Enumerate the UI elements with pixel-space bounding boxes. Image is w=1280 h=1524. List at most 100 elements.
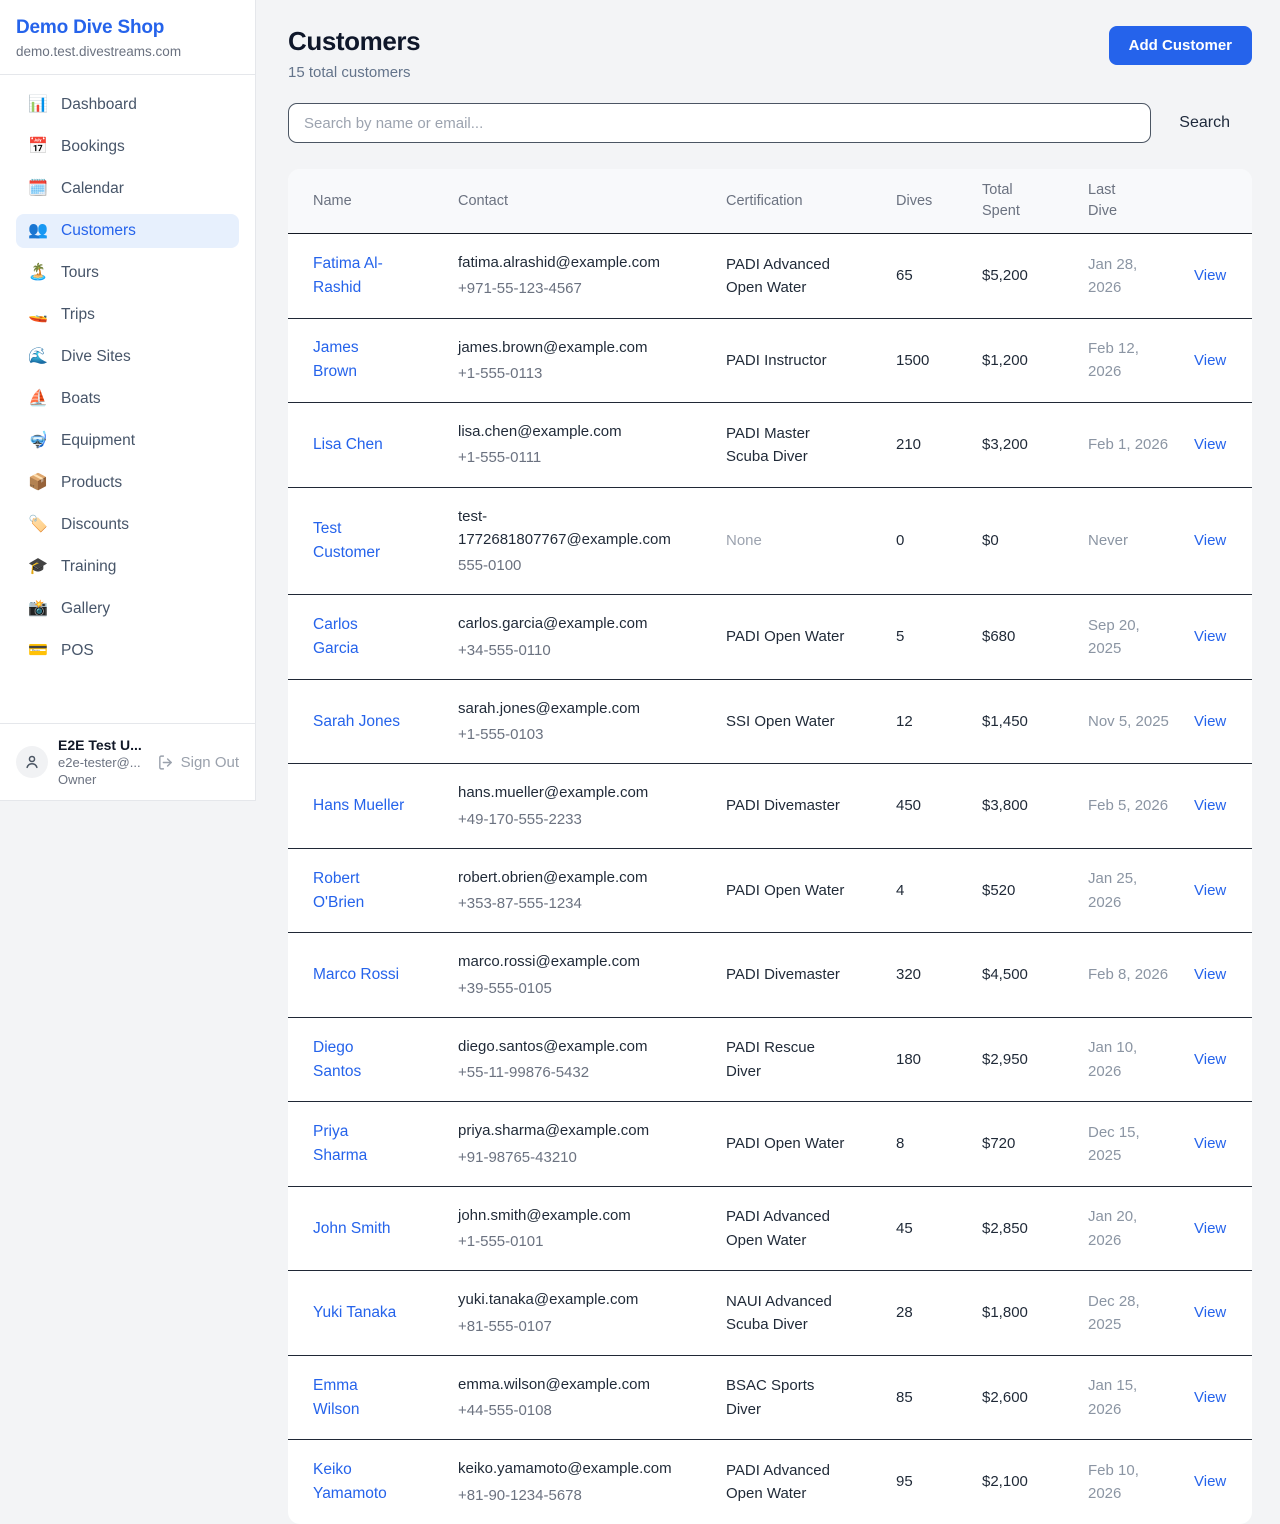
table-row: Diego Santos diego.santos@example.com +5… [288, 1017, 1252, 1102]
customer-phone: +81-90-1234-5678 [458, 1484, 671, 1507]
view-link[interactable]: View [1194, 797, 1226, 814]
table-row: Keiko Yamamoto keiko.yamamoto@example.co… [288, 1440, 1252, 1524]
search-row: Search [288, 103, 1252, 143]
customer-name-link[interactable]: James Brown [313, 339, 359, 380]
view-link[interactable]: View [1194, 1220, 1226, 1237]
sidebar-item-label: POS [61, 642, 94, 660]
customer-email: hans.mueller@example.com [458, 781, 671, 804]
sidebar-item-pos[interactable]: 💳 POS [16, 634, 239, 668]
customer-certification: PADI Advanced Open Water [726, 234, 896, 319]
sidebar-item-equipment[interactable]: 🤿 Equipment [16, 424, 239, 458]
customer-name-link[interactable]: Carlos Garcia [313, 616, 359, 657]
customer-name-link[interactable]: Sarah Jones [313, 713, 400, 730]
customer-certification: PADI Advanced Open Water [726, 1440, 896, 1524]
customer-total-spent: $1,200 [982, 318, 1088, 403]
table-header: Name Contact Certification Dives Total S… [288, 169, 1252, 234]
sidebar-item-bookings[interactable]: 📅 Bookings [16, 130, 239, 164]
training-icon: 🎓 [28, 559, 48, 575]
customer-total-spent: $0 [982, 487, 1088, 595]
sidebar: Demo Dive Shop demo.test.divestreams.com… [0, 0, 256, 801]
view-link[interactable]: View [1194, 1304, 1226, 1321]
customer-phone: 555-0100 [458, 554, 671, 577]
table-row: Test Customer test-1772681807767@example… [288, 487, 1252, 595]
view-link[interactable]: View [1194, 1473, 1226, 1490]
customer-total-spent: $2,600 [982, 1355, 1088, 1440]
sidebar-item-products[interactable]: 📦 Products [16, 466, 239, 500]
view-link[interactable]: View [1194, 436, 1226, 453]
customer-dives: 8 [896, 1102, 982, 1187]
title-block: Customers 15 total customers [288, 26, 420, 81]
main-content: Customers 15 total customers Add Custome… [256, 0, 1280, 1524]
customer-email: james.brown@example.com [458, 336, 671, 359]
sidebar-item-training[interactable]: 🎓 Training [16, 550, 239, 584]
customer-phone: +55-11-99876-5432 [458, 1061, 671, 1084]
customer-name-link[interactable]: Test Customer [313, 520, 380, 561]
sign-out-button[interactable]: Sign Out [157, 754, 239, 771]
sidebar-item-label: Training [61, 558, 116, 576]
customer-last-dive: Jan 15, 2026 [1088, 1355, 1194, 1440]
customer-total-spent: $720 [982, 1102, 1088, 1187]
customer-dives: 65 [896, 234, 982, 319]
customer-email: keiko.yamamoto@example.com [458, 1457, 671, 1480]
customer-name-link[interactable]: John Smith [313, 1220, 391, 1237]
sidebar-item-label: Calendar [61, 180, 124, 198]
view-link[interactable]: View [1194, 532, 1226, 549]
view-link[interactable]: View [1194, 713, 1226, 730]
sidebar-item-customers[interactable]: 👥 Customers [16, 214, 239, 248]
customer-email: carlos.garcia@example.com [458, 612, 671, 635]
customer-name-link[interactable]: Emma Wilson [313, 1377, 360, 1418]
search-button[interactable]: Search [1151, 114, 1252, 132]
customer-name-link[interactable]: Yuki Tanaka [313, 1304, 396, 1321]
customer-total-spent: $3,800 [982, 764, 1088, 849]
table-row: John Smith john.smith@example.com +1-555… [288, 1186, 1252, 1271]
sidebar-item-discounts[interactable]: 🏷️ Discounts [16, 508, 239, 542]
products-icon: 📦 [28, 475, 48, 491]
customer-name-link[interactable]: Keiko Yamamoto [313, 1461, 387, 1502]
column-header-dives: Dives [896, 169, 982, 234]
search-input[interactable] [288, 103, 1151, 143]
customer-name-link[interactable]: Lisa Chen [313, 436, 383, 453]
customer-email: test-1772681807767@example.com [458, 505, 671, 552]
customer-dives: 0 [896, 487, 982, 595]
table-row: Emma Wilson emma.wilson@example.com +44-… [288, 1355, 1252, 1440]
customer-name-link[interactable]: Priya Sharma [313, 1123, 367, 1164]
person-icon [23, 753, 41, 771]
view-link[interactable]: View [1194, 1135, 1226, 1152]
sidebar-item-tours[interactable]: 🏝️ Tours [16, 256, 239, 290]
add-customer-button[interactable]: Add Customer [1109, 26, 1252, 65]
customers-table: Name Contact Certification Dives Total S… [288, 169, 1252, 1524]
view-link[interactable]: View [1194, 1389, 1226, 1406]
customer-phone: +34-555-0110 [458, 639, 671, 662]
table-row: Priya Sharma priya.sharma@example.com +9… [288, 1102, 1252, 1187]
customer-certification: SSI Open Water [726, 679, 896, 764]
sign-out-label: Sign Out [181, 754, 239, 771]
view-link[interactable]: View [1194, 882, 1226, 899]
view-link[interactable]: View [1194, 1051, 1226, 1068]
sidebar-item-dive-sites[interactable]: 🌊 Dive Sites [16, 340, 239, 374]
sidebar-item-trips[interactable]: 🚤 Trips [16, 298, 239, 332]
sidebar-item-dashboard[interactable]: 📊 Dashboard [16, 88, 239, 122]
customer-last-dive: Dec 28, 2025 [1088, 1271, 1194, 1356]
customer-phone: +1-555-0103 [458, 723, 671, 746]
calendar-icon: 🗓️ [28, 181, 48, 197]
customer-name-link[interactable]: Fatima Al-Rashid [313, 255, 383, 296]
boats-icon: ⛵ [28, 391, 48, 407]
customer-certification: PADI Divemaster [726, 764, 896, 849]
view-link[interactable]: View [1194, 352, 1226, 369]
customer-certification: PADI Advanced Open Water [726, 1186, 896, 1271]
customer-name-link[interactable]: Robert O'Brien [313, 870, 364, 911]
sidebar-item-label: Discounts [61, 516, 129, 534]
sidebar-item-gallery[interactable]: 📸 Gallery [16, 592, 239, 626]
view-link[interactable]: View [1194, 267, 1226, 284]
view-link[interactable]: View [1194, 966, 1226, 983]
view-link[interactable]: View [1194, 628, 1226, 645]
sidebar-item-boats[interactable]: ⛵ Boats [16, 382, 239, 416]
customer-name-link[interactable]: Diego Santos [313, 1039, 361, 1080]
customer-last-dive: Jan 25, 2026 [1088, 848, 1194, 933]
customer-name-link[interactable]: Marco Rossi [313, 966, 399, 983]
customer-name-link[interactable]: Hans Mueller [313, 797, 404, 814]
customer-phone: +81-555-0107 [458, 1315, 671, 1338]
sidebar-item-calendar[interactable]: 🗓️ Calendar [16, 172, 239, 206]
customer-email: lisa.chen@example.com [458, 420, 671, 443]
trips-icon: 🚤 [28, 307, 48, 323]
